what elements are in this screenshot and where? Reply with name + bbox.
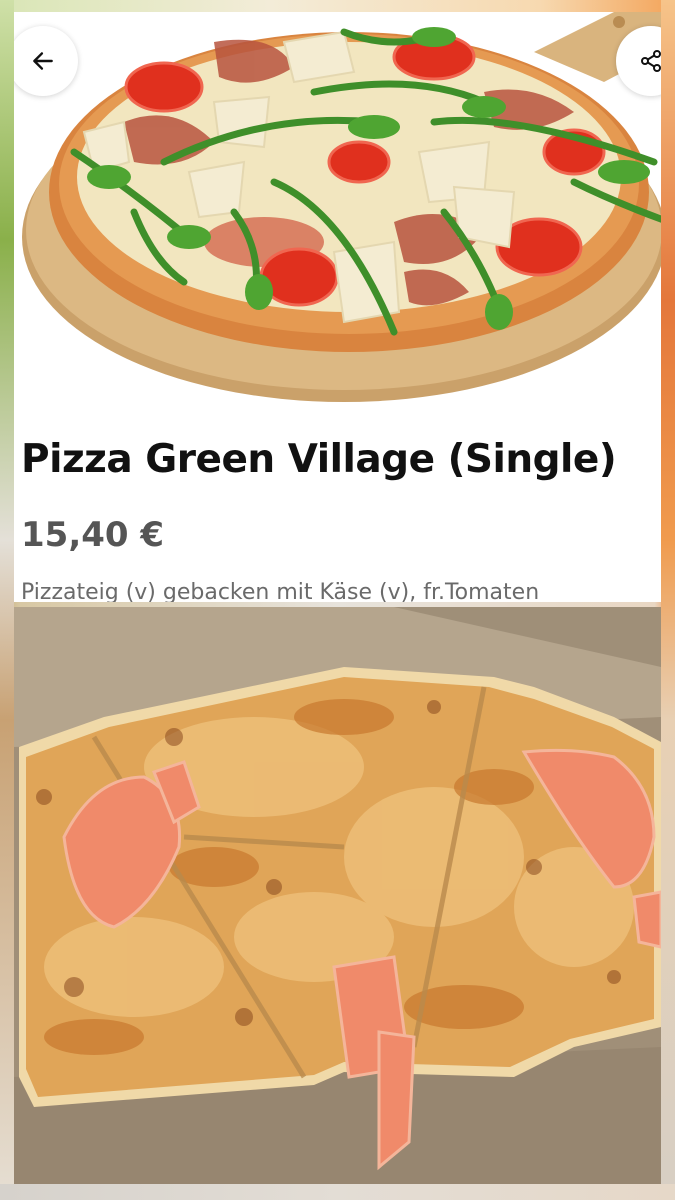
frame-right-edge (661, 0, 675, 1200)
product-description: Pizzateig (v) gebacken mit Käse (v), fr.… (21, 580, 540, 602)
delivered-pizza-photo (14, 607, 661, 1185)
menu-pizza-image (22, 12, 661, 402)
frame-left-edge (0, 0, 14, 1200)
frame-top-edge (0, 0, 675, 12)
product-price: 15,40 € (21, 515, 165, 555)
arrow-left-icon (33, 52, 53, 70)
frame-bottom-edge (0, 1184, 675, 1200)
share-icon (641, 50, 661, 72)
delivered-pizza-image (14, 607, 661, 1185)
product-hero-image (14, 12, 661, 412)
product-detail-card: Pizza Green Village (Single) 15,40 € Piz… (14, 12, 661, 602)
product-title: Pizza Green Village (Single) (21, 437, 617, 482)
